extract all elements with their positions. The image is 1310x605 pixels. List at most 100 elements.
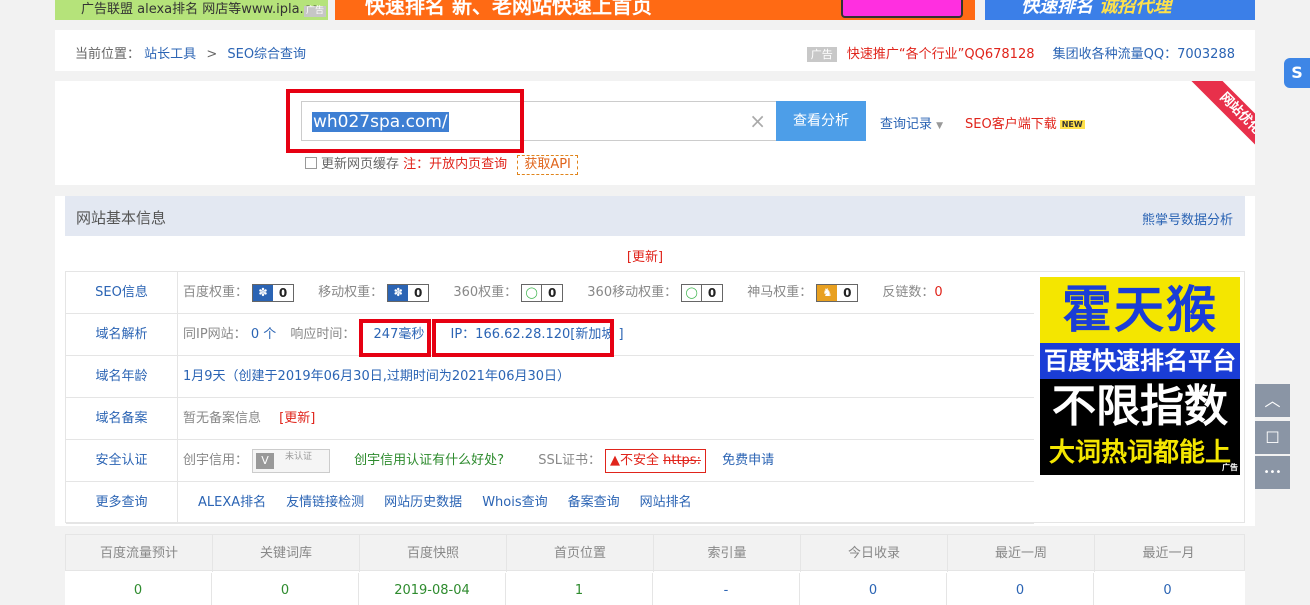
highlight-box-url: [286, 89, 524, 153]
icp-query-link[interactable]: 备案查询: [568, 495, 620, 510]
row-label[interactable]: 域名年龄: [66, 356, 178, 397]
inner-page-note[interactable]: 注：开放内页查询: [403, 157, 507, 172]
whois-link[interactable]: Whois查询: [482, 495, 547, 510]
uncertified-badge[interactable]: V 未认证: [252, 448, 331, 473]
360-weight-label: 360权重：: [453, 285, 518, 300]
promo-link-traffic[interactable]: 集团收各种流量QQ：7003288: [1053, 47, 1235, 62]
row-label[interactable]: 更多查询: [66, 482, 178, 523]
stats-header: 百度流量预计: [66, 535, 213, 572]
row-label[interactable]: 域名备案: [66, 398, 178, 439]
paw-icon: ✽: [388, 284, 409, 301]
stats-header: 最近一月: [1142, 546, 1195, 561]
badge-value: 0: [547, 285, 557, 300]
breadcrumb-separator: >: [206, 47, 218, 62]
site-rank-link[interactable]: 网站排名: [640, 495, 692, 510]
seo-client-download-link[interactable]: SEO客户端下载 NEW: [965, 113, 1085, 132]
back-to-top-icon[interactable]: ︿: [1255, 384, 1290, 417]
shenma-weight-badge[interactable]: ♞ 0: [816, 283, 859, 302]
row-content: ALEXA排名 友情链接检测 网站历史数据 Whois查询 备案查询 网站排名: [198, 482, 712, 523]
download-label: SEO客户端下载: [965, 117, 1057, 132]
mobile-weight-label: 移动权重：: [318, 285, 384, 300]
corner-ribbon[interactable]: 网站优化: [1189, 81, 1255, 165]
row-content: 百度权重： ✽ 0 移动权重： ✽ 0 360权重： ◯ 0 360移动权重： ◯ 0 神马权重…: [183, 272, 943, 313]
ssl-status-badge[interactable]: ▲不安全 https:: [604, 448, 706, 473]
row-seo: SEO信息 百度权重： ✽ 0 移动权重： ✽ 0 360权重： ◯ 0 360移动权重： ◯…: [66, 272, 1034, 314]
backlinks-value[interactable]: 0: [934, 285, 942, 300]
warning-icon: ▲: [609, 452, 620, 468]
more-icon[interactable]: •••: [1255, 456, 1290, 489]
refresh-link-text[interactable]: [更新]: [627, 250, 663, 265]
promo-link-fast[interactable]: 快速推广“各个行业”QQ678128: [847, 47, 1035, 62]
query-history-label: 查询记录: [880, 117, 933, 132]
row-label[interactable]: SEO信息: [66, 272, 178, 313]
stats-value[interactable]: 2019-08-04: [359, 573, 506, 605]
stats-header: 首页位置: [507, 535, 654, 572]
side-ad-line2: 百度快速排名平台: [1040, 343, 1240, 379]
ring-icon: ◯: [522, 284, 543, 301]
row-label[interactable]: 域名解析: [66, 314, 178, 355]
top-ad-banner-2[interactable]: 快速排名 新、老网站快速上首页: [335, 0, 975, 20]
breadcrumb: 当前位置： 站长工具 > SEO综合查询: [75, 43, 306, 62]
domain-age-value: 1月9天（创建于2019年06月30日,过期时间为2021年06月30日）: [183, 369, 571, 384]
breadcrumb-seo-query[interactable]: SEO综合查询: [227, 47, 306, 62]
friend-link-check-link[interactable]: 友情链接检测: [286, 495, 364, 510]
row-more-queries: 更多查询 ALEXA排名 友情链接检测 网站历史数据 Whois查询 备案查询 网站排名: [66, 482, 1034, 524]
badge-value: 0: [278, 285, 288, 300]
row-icp: 域名备案 暂无备案信息 [更新]: [66, 398, 1034, 440]
icp-refresh-link[interactable]: [更新]: [279, 411, 315, 426]
360-mobile-weight-badge[interactable]: ◯ 0: [681, 283, 724, 302]
top-ad-banner-3[interactable]: 快速排名 诚招代理: [985, 0, 1255, 20]
ssl-https: https:: [663, 452, 701, 468]
row-domain-age: 域名年龄 1月9天（创建于2019年06月30日,过期时间为2021年06月30…: [66, 356, 1034, 398]
stats-value: 0: [65, 573, 212, 605]
bear-paw-analysis-link[interactable]: 熊掌号数据分析: [1142, 209, 1233, 228]
stats-value[interactable]: 0: [947, 573, 1094, 605]
get-api-button[interactable]: 获取API: [517, 155, 578, 175]
ad-tag: 广告: [806, 47, 837, 62]
refresh-link: [更新]: [55, 246, 1235, 265]
stats-header-row: 百度流量预计 关键词库 百度快照 首页位置 索引量 今日收录 最近一周 最近一月: [65, 534, 1245, 572]
stats-table: 百度流量预计 关键词库 百度快照 首页位置 索引量 今日收录 最近一周 最近一月…: [65, 534, 1245, 605]
stats-header: 关键词库: [213, 535, 360, 572]
query-history-dropdown[interactable]: 查询记录 ▼: [880, 113, 943, 132]
feedback-icon[interactable]: ☐: [1255, 421, 1290, 454]
top-ad-banner-1[interactable]: 广告联盟 alexa排名 网店等www.ipla.co 广告: [55, 0, 328, 20]
row-security: 安全认证 创宇信用： V 未认证 创宇信用认证有什么好处? SSL证书： ▲不安全 h…: [66, 440, 1034, 482]
360-mobile-weight-label: 360移动权重：: [587, 285, 678, 300]
floating-app-icon[interactable]: S: [1284, 58, 1310, 88]
stats-value: 1: [506, 573, 653, 605]
badge-value: 0: [413, 285, 423, 300]
uncertified-text: 未认证: [285, 451, 313, 462]
ad-tag: 广告: [303, 6, 326, 17]
side-ad-banner[interactable]: 霍天猴 百度快速排名平台 不限指数 大词热词都能上 广告: [1040, 277, 1240, 475]
ad-decoration: [841, 0, 963, 18]
alexa-rank-link[interactable]: ALEXA排名: [198, 495, 266, 510]
stats-value[interactable]: 0: [212, 573, 359, 605]
update-cache-checkbox[interactable]: [305, 157, 317, 169]
icp-value: 暂无备案信息: [183, 411, 262, 426]
analyze-button[interactable]: 查看分析: [776, 101, 866, 141]
baidu-weight-badge[interactable]: ✽ 0: [252, 283, 295, 302]
panel-title: 网站基本信息: [76, 209, 167, 227]
credit-label: 创宇信用：: [183, 453, 249, 468]
row-label[interactable]: 安全认证: [66, 440, 178, 481]
credit-benefit-link[interactable]: 创宇信用认证有什么好处?: [354, 453, 504, 468]
stats-value[interactable]: 0: [800, 573, 947, 605]
stats-value[interactable]: 0: [1094, 573, 1241, 605]
site-history-link[interactable]: 网站历史数据: [384, 495, 462, 510]
breadcrumb-webmaster-tools[interactable]: 站长工具: [144, 47, 196, 62]
free-apply-link[interactable]: 免费申请: [722, 453, 774, 468]
ad-text: 快速排名 新、老网站快速上首页: [365, 0, 652, 18]
360-weight-badge[interactable]: ◯ 0: [521, 283, 564, 302]
badge-value: 0: [707, 285, 717, 300]
ssl-label: SSL证书：: [538, 453, 601, 468]
mobile-weight-badge[interactable]: ✽ 0: [387, 283, 430, 302]
paw-icon: ✽: [253, 284, 274, 301]
stats-header: 百度快照: [360, 535, 507, 572]
stats-header: 今日收录: [801, 535, 948, 572]
clear-icon[interactable]: ×: [749, 109, 766, 133]
shield-v-icon: V: [256, 452, 275, 469]
highlight-box-response-time: [359, 319, 431, 357]
ad-tag: 广告: [1222, 463, 1238, 472]
same-ip-value[interactable]: 0 个: [251, 327, 276, 342]
